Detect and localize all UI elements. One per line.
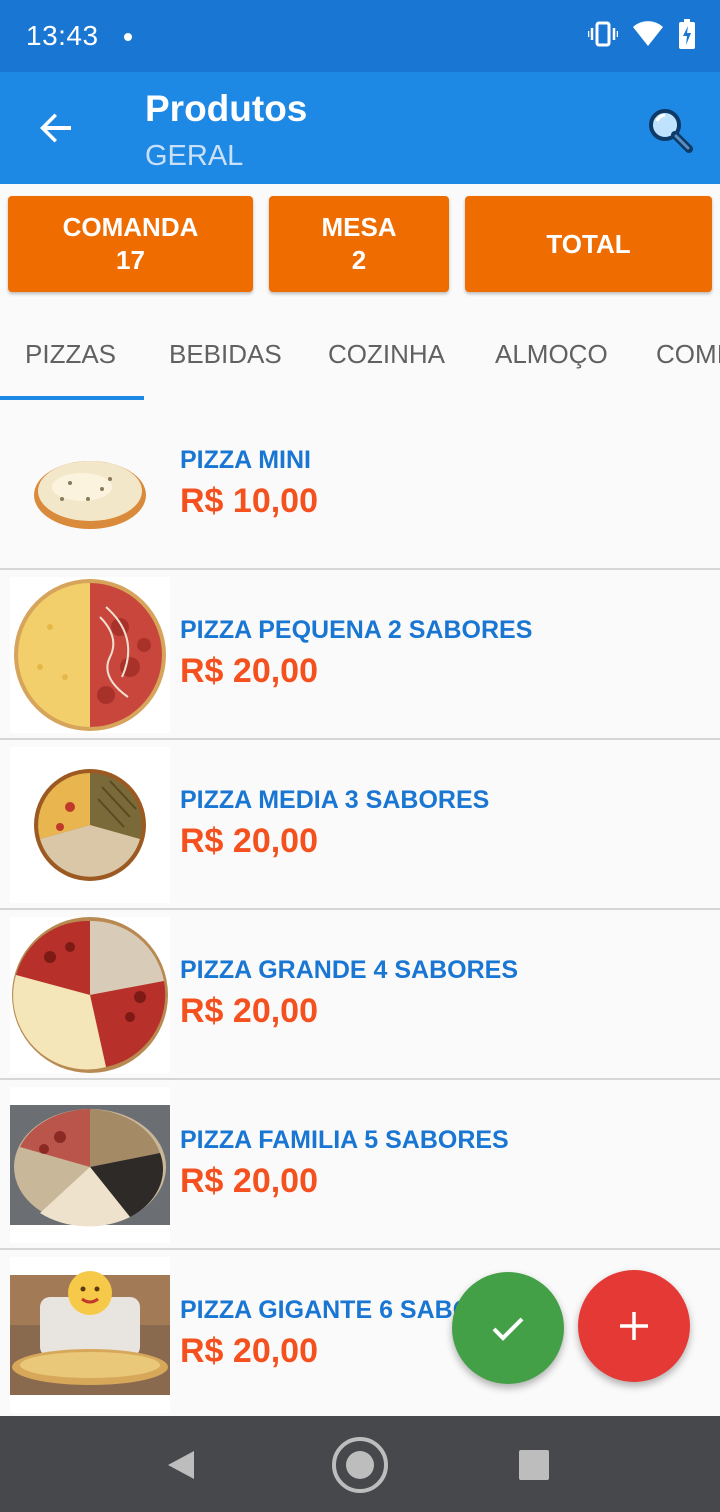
- add-fab[interactable]: [578, 1270, 690, 1382]
- product-price: R$ 20,00: [180, 652, 318, 690]
- app-bar: Produtos GERAL: [0, 72, 720, 184]
- product-image: [10, 1257, 170, 1413]
- product-price: R$ 20,00: [180, 1162, 318, 1200]
- status-bar: 13:43: [0, 0, 720, 72]
- product-image: [10, 407, 170, 563]
- tab-comidas[interactable]: COMIDAS: [656, 308, 720, 400]
- product-name: PIZZA PEQUENA 2 SABORES: [180, 616, 533, 644]
- product-name: PIZZA GRANDE 4 SABORES: [180, 956, 519, 984]
- page-subtitle: GERAL: [145, 140, 244, 172]
- tab-almoco[interactable]: ALMOÇO: [495, 308, 608, 400]
- battery-charging-icon: [678, 18, 696, 54]
- nav-home-icon: [332, 1437, 388, 1493]
- product-price: R$ 20,00: [180, 822, 318, 860]
- vibrate-icon: [587, 20, 619, 53]
- category-tabs: PIZZAS BEBIDAS COZINHA ALMOÇO COMIDAS: [0, 308, 720, 400]
- status-time: 13:43: [26, 20, 99, 51]
- system-nav-bar: [0, 1416, 720, 1512]
- product-image: [10, 577, 170, 733]
- wifi-icon: [632, 20, 664, 52]
- product-price: R$ 20,00: [180, 992, 318, 1030]
- search-button[interactable]: [640, 100, 700, 160]
- nav-recents-icon: [519, 1450, 549, 1480]
- product-name: PIZZA MINI: [180, 446, 312, 474]
- nav-home-button[interactable]: [325, 1430, 395, 1500]
- product-price: R$ 20,00: [180, 1332, 318, 1370]
- mesa-label: MESA: [321, 212, 397, 242]
- total-button[interactable]: TOTAL: [465, 196, 712, 292]
- order-info-row: COMANDA 17 MESA 2 TOTAL: [0, 184, 720, 304]
- comanda-label: COMANDA: [62, 212, 199, 242]
- product-image: [10, 1087, 170, 1243]
- back-button[interactable]: [28, 100, 84, 156]
- nav-back-button[interactable]: [146, 1430, 216, 1500]
- product-name: PIZZA FAMILIA 5 SABORES: [180, 1126, 509, 1154]
- product-image: [10, 917, 170, 1073]
- mesa-button[interactable]: MESA 2: [269, 196, 449, 292]
- product-price: R$ 10,00: [180, 482, 318, 520]
- product-name: PIZZA MEDIA 3 SABORES: [180, 786, 490, 814]
- screen: 13:43 Produtos GERAL COMANDA 17 MESA 2 T…: [0, 0, 720, 1512]
- notification-dot-icon: [124, 33, 132, 41]
- status-icons: [587, 18, 696, 54]
- comanda-button[interactable]: COMANDA 17: [8, 196, 253, 292]
- comanda-value: 17: [116, 245, 145, 275]
- tab-pizzas[interactable]: PIZZAS: [25, 308, 116, 400]
- check-icon: [492, 1317, 524, 1341]
- product-item[interactable]: PIZZA PEQUENA 2 SABORES R$ 20,00: [0, 570, 720, 740]
- product-item[interactable]: PIZZA GRANDE 4 SABORES R$ 20,00: [0, 910, 720, 1080]
- mesa-value: 2: [351, 245, 367, 275]
- confirm-fab[interactable]: [452, 1272, 564, 1384]
- plus-icon: [620, 1312, 648, 1340]
- nav-back-icon: [168, 1451, 194, 1479]
- product-list: PIZZA MINI R$ 10,00 PIZZA PEQUENA 2 SABO…: [0, 400, 720, 1416]
- page-title: Produtos: [145, 88, 308, 129]
- product-image: [10, 747, 170, 903]
- nav-recents-button[interactable]: [499, 1430, 569, 1500]
- product-item[interactable]: PIZZA FAMILIA 5 SABORES R$ 20,00: [0, 1080, 720, 1250]
- search-icon: [649, 109, 693, 153]
- product-item[interactable]: PIZZA MINI R$ 10,00: [0, 400, 720, 570]
- arrow-back-icon: [40, 113, 71, 143]
- tab-cozinha[interactable]: COZINHA: [328, 308, 445, 400]
- product-item[interactable]: PIZZA MEDIA 3 SABORES R$ 20,00: [0, 740, 720, 910]
- tab-bebidas[interactable]: BEBIDAS: [169, 308, 282, 400]
- total-label: TOTAL: [546, 228, 631, 259]
